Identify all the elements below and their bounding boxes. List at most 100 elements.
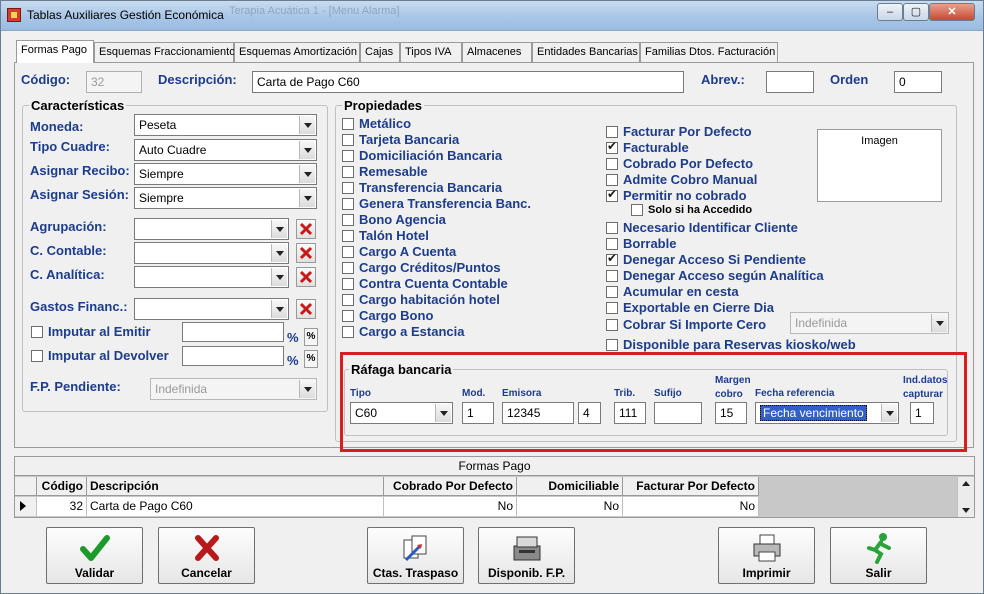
check-facturar-por-defecto[interactable]: Facturar Por Defecto	[606, 124, 752, 139]
row-indicator[interactable]	[15, 497, 37, 516]
imputar-devolver-field[interactable]	[182, 346, 284, 366]
agrupacion-select[interactable]	[134, 218, 289, 240]
checkbox-box[interactable]	[342, 245, 354, 258]
checkbox-box[interactable]	[342, 133, 354, 146]
check-remesable[interactable]: Remesable	[342, 164, 428, 179]
fp-pendiente-select[interactable]: Indefinida	[150, 378, 317, 400]
checkbox-box[interactable]	[342, 229, 354, 242]
pct-button[interactable]: %	[304, 328, 318, 346]
column-header-domiciliable[interactable]: Domiciliable	[517, 477, 623, 496]
minimize-button[interactable]: –	[877, 3, 903, 21]
chevron-down-icon[interactable]	[299, 116, 315, 134]
chevron-down-icon[interactable]	[271, 244, 287, 262]
codigo-field[interactable]: 32	[86, 71, 142, 93]
check-admite-cobro-manual[interactable]: Admite Cobro Manual	[606, 172, 757, 187]
check-acumular-en-cesta[interactable]: Acumular en cesta	[606, 284, 739, 299]
clear-c-contable-button[interactable]	[296, 243, 316, 263]
tab-entidades-bancarias[interactable]: Entidades Bancarias	[532, 42, 640, 62]
cobrar-cero-select[interactable]: Indefinida	[790, 312, 949, 334]
checkbox-box[interactable]	[342, 117, 354, 130]
imputar-emitir-field[interactable]	[182, 322, 284, 342]
tab-familias-dtos-facturacion[interactable]: Familias Dtos. Facturación	[640, 42, 778, 62]
pct-button[interactable]: %	[304, 350, 318, 368]
check-tarjeta-bancaria[interactable]: Tarjeta Bancaria	[342, 132, 459, 147]
tab-esquemas-fraccionamiento[interactable]: Esquemas Fraccionamiento	[94, 42, 235, 62]
column-header-codigo[interactable]: Código	[37, 477, 87, 496]
check-permitir-no-cobrado[interactable]: Permitir no cobrado	[606, 187, 747, 203]
checkbox-box[interactable]	[342, 165, 354, 178]
check-transferencia-bancaria[interactable]: Transferencia Bancaria	[342, 180, 502, 195]
cell-descripcion[interactable]: Carta de Pago C60	[87, 497, 384, 516]
checkbox-box[interactable]	[606, 285, 618, 298]
check-cargo-a-cuenta[interactable]: Cargo A Cuenta	[342, 244, 456, 259]
checkbox-box[interactable]	[342, 149, 354, 162]
tipo-cuadre-select[interactable]: Auto Cuadre	[134, 139, 317, 161]
chevron-down-icon[interactable]	[299, 141, 315, 159]
maximize-button[interactable]: ▢	[903, 3, 929, 21]
check-contra-cuenta-contable[interactable]: Contra Cuenta Contable	[342, 276, 508, 291]
check-denegar-acceso-analitica[interactable]: Denegar Acceso según Analítica	[606, 268, 824, 283]
clear-gastos-financ-button[interactable]	[296, 299, 316, 319]
grid-scrollbar[interactable]	[957, 477, 974, 517]
cell-cobrado[interactable]: No	[384, 497, 517, 516]
check-exportable-cierre-dia[interactable]: Exportable en Cierre Dia	[606, 300, 774, 315]
tab-almacenes[interactable]: Almacenes	[462, 42, 532, 62]
cell-facturar[interactable]: No	[623, 497, 759, 516]
salir-button[interactable]: Salir	[830, 527, 927, 584]
checkbox-box[interactable]	[342, 261, 354, 274]
cancelar-button[interactable]: Cancelar	[158, 527, 255, 584]
column-header-facturar[interactable]: Facturar Por Defecto	[623, 477, 759, 496]
checkbox-box[interactable]	[342, 325, 354, 338]
check-facturable[interactable]: Facturable	[606, 139, 689, 155]
check-necesario-identificar-cliente[interactable]: Necesario Identificar Cliente	[606, 220, 798, 235]
descripcion-field[interactable]: Carta de Pago C60	[252, 71, 684, 93]
checkbox-box[interactable]	[606, 125, 618, 138]
cell-codigo[interactable]: 32	[37, 497, 87, 516]
disponib-fp-button[interactable]: Disponib. F.P.	[478, 527, 575, 584]
asignar-sesion-select[interactable]: Siempre	[134, 187, 317, 209]
column-header-cobrado[interactable]: Cobrado Por Defecto	[384, 477, 517, 496]
check-metalico[interactable]: Metálico	[342, 116, 411, 131]
column-header-descripcion[interactable]: Descripción	[87, 477, 384, 496]
tab-cajas[interactable]: Cajas	[360, 42, 400, 62]
checkbox-box[interactable]	[342, 277, 354, 290]
checkbox-box[interactable]	[342, 309, 354, 322]
checkbox-box[interactable]	[606, 221, 618, 234]
cell-domiciliable[interactable]: No	[517, 497, 623, 516]
checkbox-box[interactable]	[606, 187, 618, 202]
clear-agrupacion-button[interactable]	[296, 219, 316, 239]
checkbox-box[interactable]	[606, 173, 618, 186]
checkbox-box[interactable]	[606, 338, 618, 351]
check-talon-hotel[interactable]: Talón Hotel	[342, 228, 429, 243]
checkbox-box[interactable]	[606, 301, 618, 314]
checkbox-box[interactable]	[342, 181, 354, 194]
checkbox-box[interactable]	[31, 349, 43, 362]
validar-button[interactable]: Validar	[46, 527, 143, 584]
check-disponible-reservas[interactable]: Disponible para Reservas kiosko/web	[606, 337, 856, 352]
check-cargo-a-estancia[interactable]: Cargo a Estancia	[342, 324, 465, 339]
abrev-field[interactable]	[766, 71, 814, 93]
checkbox-box[interactable]	[342, 197, 354, 210]
checkbox-box[interactable]	[631, 204, 643, 216]
imputar-emitir-checkbox[interactable]: Imputar al Emitir	[31, 324, 151, 339]
checkbox-box[interactable]	[342, 293, 354, 306]
asignar-recibo-select[interactable]: Siempre	[134, 163, 317, 185]
chevron-down-icon[interactable]	[931, 314, 947, 332]
c-analitica-select[interactable]	[134, 266, 289, 288]
imprimir-button[interactable]: Imprimir	[718, 527, 815, 584]
check-genera-transferencia[interactable]: Genera Transferencia Banc.	[342, 196, 531, 211]
chevron-down-icon[interactable]	[299, 380, 315, 398]
check-denegar-acceso-pendiente[interactable]: Denegar Acceso Si Pendiente	[606, 251, 806, 267]
moneda-select[interactable]: Peseta	[134, 114, 317, 136]
checkbox-box[interactable]	[31, 325, 43, 338]
clear-c-analitica-button[interactable]	[296, 267, 316, 287]
checkbox-box[interactable]	[606, 139, 618, 154]
tab-formas-pago[interactable]: Formas Pago	[16, 40, 94, 63]
checkbox-box[interactable]	[342, 213, 354, 226]
checkbox-box[interactable]	[606, 157, 618, 170]
chevron-down-icon[interactable]	[271, 300, 287, 318]
check-cargo-bono[interactable]: Cargo Bono	[342, 308, 433, 323]
check-bono-agencia[interactable]: Bono Agencia	[342, 212, 446, 227]
check-domiciliacion-bancaria[interactable]: Domiciliación Bancaria	[342, 148, 502, 163]
checkbox-box[interactable]	[606, 318, 618, 331]
